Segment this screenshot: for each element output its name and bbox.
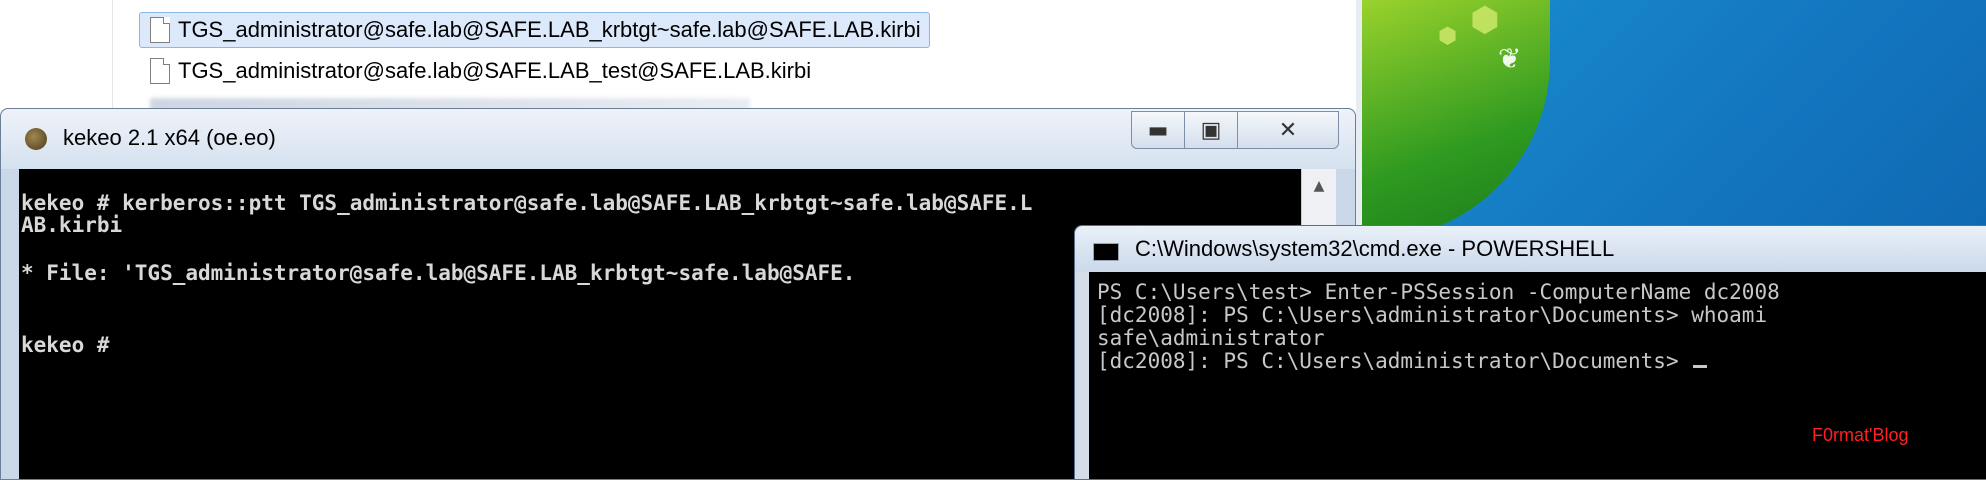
- console-prompt: kekeo #: [21, 333, 110, 357]
- hexagon-icon: ⬢: [1470, 0, 1500, 40]
- console-line: PS C:\Users\test> Enter-PSSession -Compu…: [1097, 280, 1780, 304]
- navigation-pane-divider: [112, 0, 113, 120]
- cmd-icon: [1093, 243, 1119, 261]
- close-icon: ✕: [1278, 117, 1298, 143]
- file-name: TGS_administrator@safe.lab@SAFE.LAB_krbt…: [178, 17, 921, 42]
- file-item-test-kirbi[interactable]: TGS_administrator@safe.lab@SAFE.LAB_test…: [140, 54, 811, 88]
- kekeo-app-icon: [25, 128, 47, 150]
- console-line: AB.kirbi: [21, 213, 123, 237]
- minimize-button[interactable]: ▬: [1131, 111, 1185, 149]
- console-line: safe\administrator: [1097, 326, 1325, 350]
- console-line: [dc2008]: PS C:\Users\administrator\Docu…: [1097, 303, 1768, 327]
- hexagon-icon: ⬢: [1438, 24, 1458, 49]
- close-button[interactable]: ✕: [1237, 111, 1339, 149]
- console-prompt: [dc2008]: PS C:\Users\administrator\Docu…: [1097, 349, 1708, 373]
- console-line: kekeo # kerberos::ptt TGS_administrator@…: [21, 191, 1033, 215]
- powershell-console-output[interactable]: PS C:\Users\test> Enter-PSSession -Compu…: [1089, 272, 1986, 479]
- text-cursor: [1693, 365, 1708, 368]
- window-title: kekeo 2.1 x64 (oe.eo): [63, 125, 276, 150]
- maximize-button[interactable]: ▣: [1184, 111, 1238, 149]
- file-icon: [150, 17, 170, 43]
- file-icon: [150, 58, 170, 84]
- console-line: * File: 'TGS_administrator@safe.lab@SAFE…: [21, 261, 856, 285]
- watermark: F0rmat'Blog: [1812, 425, 1909, 445]
- powershell-title-bar[interactable]: C:\Windows\system32\cmd.exe - POWERSHELL: [1075, 226, 1986, 272]
- kekeo-title-bar[interactable]: kekeo 2.1 x64 (oe.eo) ▬ ▣ ✕: [1, 109, 1355, 169]
- minimize-icon: ▬: [1147, 117, 1169, 143]
- scroll-up-icon[interactable]: ▲: [1302, 169, 1336, 203]
- prompt-text: [dc2008]: PS C:\Users\administrator\Docu…: [1097, 349, 1692, 373]
- file-item-krbtgt-kirbi[interactable]: TGS_administrator@safe.lab@SAFE.LAB_krbt…: [139, 12, 930, 48]
- maximize-icon: ▣: [1200, 117, 1222, 143]
- file-name: TGS_administrator@safe.lab@SAFE.LAB_test…: [178, 58, 812, 83]
- window-title: C:\Windows\system32\cmd.exe - POWERSHELL: [1135, 236, 1615, 261]
- window-frame: [1075, 272, 1089, 479]
- butterfly-icon: ❦: [1498, 42, 1522, 75]
